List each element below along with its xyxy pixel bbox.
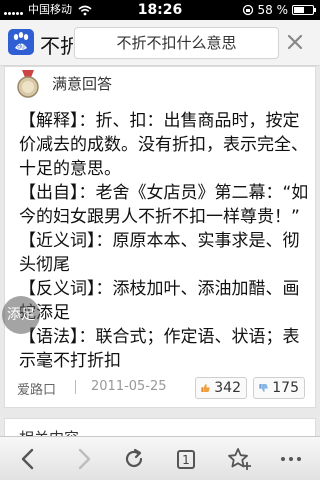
tabs-button[interactable]: 1	[173, 446, 199, 472]
forward-icon[interactable]	[70, 446, 96, 472]
medal-icon	[17, 70, 39, 98]
card-title: 满意回答	[52, 75, 113, 93]
battery-percent: 58 %	[257, 3, 289, 17]
answer-paragraph: 【反义词】：添枝加叶、添油加醋、画蛇添足	[19, 279, 300, 323]
downvote-button[interactable]: 175	[253, 377, 305, 399]
add-favorite-icon[interactable]	[226, 446, 252, 472]
answer-paragraph: 【近义词】：原原本本、实事求是、彻头彻尾	[19, 231, 300, 275]
search-input[interactable]: 不折不扣什么意思	[74, 27, 279, 59]
top-nav: du 不折 不折不扣什么意思	[0, 20, 320, 66]
answer-date: 2011-05-25	[91, 379, 167, 394]
page-title: 不折	[40, 34, 73, 58]
thumbs-down-icon	[259, 384, 268, 392]
status-bar: 中国移动 18:26 58 %	[0, 0, 320, 20]
author-link[interactable]: 爱路口	[17, 379, 56, 398]
answer-body: 【解释】：折、扣：出售商品时，按定价减去的成数。没有折扣，表示完全、十足的意思。…	[19, 109, 313, 373]
upvote-button[interactable]: 342	[195, 377, 247, 399]
battery-icon	[292, 5, 316, 15]
card-header: 满意回答	[5, 67, 315, 103]
browser-toolbar: 1	[0, 436, 320, 480]
footer-divider	[75, 380, 76, 394]
back-icon[interactable]	[16, 446, 42, 472]
thumbs-up-icon	[201, 384, 210, 392]
svg-text:du: du	[17, 44, 25, 51]
lock-rotation-icon	[242, 4, 253, 16]
tab-count: 1	[182, 453, 190, 467]
answer-paragraph: 【语法】：联合式；作定语、状语；表示毫不打折扣	[19, 327, 300, 371]
upvote-count: 342	[214, 380, 241, 396]
status-right: 58 %	[242, 0, 316, 20]
refresh-icon[interactable]	[121, 446, 147, 472]
answer-card: 满意回答 【解释】：折、扣：出售商品时，按定价减去的成数。没有折扣，表示完全、十…	[4, 66, 316, 408]
card-footer: 爱路口 2011-05-25 342 175	[5, 373, 315, 403]
baidu-paw-icon[interactable]: du	[8, 29, 34, 55]
answer-paragraph: 【解释】：折、扣：出售商品时，按定价减去的成数。没有折扣，表示完全、十足的意思。	[19, 111, 308, 179]
more-icon[interactable]	[278, 446, 304, 472]
floating-button[interactable]: 添足	[2, 296, 40, 334]
downvote-count: 175	[272, 380, 299, 396]
close-icon[interactable]	[284, 31, 306, 53]
answer-paragraph: 【出自】：老舍《女店员》第二幕：“如今的妇女跟男人不折不扣一样尊贵！”	[19, 183, 309, 227]
